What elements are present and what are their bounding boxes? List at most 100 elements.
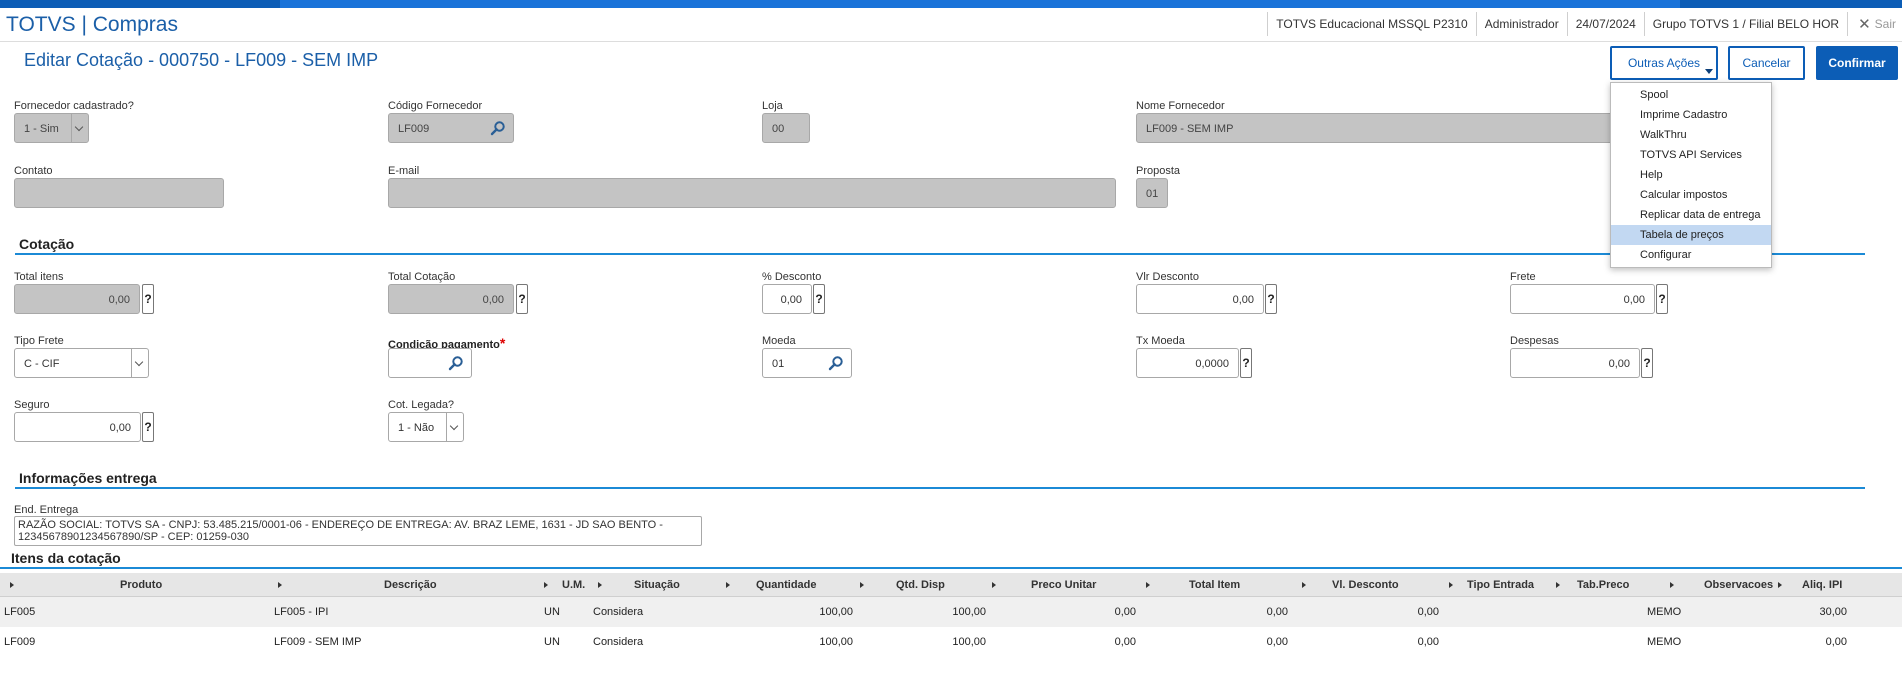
codigo-fornecedor-field[interactable]: LF009 xyxy=(388,113,514,143)
codigo-fornecedor-value: LF009 xyxy=(398,123,430,135)
cot-legada-value: 1 - Não xyxy=(398,422,435,434)
cell-preco-unitar: 0,00 xyxy=(1114,606,1136,618)
proposta-value: 01 xyxy=(1146,188,1159,200)
proposta-label: Proposta xyxy=(1136,165,1181,177)
total-itens-field[interactable]: 0,00 xyxy=(14,284,140,314)
total-cotacao-field[interactable]: 0,00 xyxy=(388,284,514,314)
fornecedor-cadastrado-select[interactable]: 1 - Sim xyxy=(14,113,89,143)
menu-item-spool[interactable]: Spool xyxy=(1611,85,1771,105)
col-header-situacao[interactable]: Situação xyxy=(634,573,680,597)
vlr-desconto-label: Vlr Desconto xyxy=(1136,271,1199,283)
col-header-qtd-disp[interactable]: Qtd. Disp xyxy=(896,573,945,597)
cell-total-item: 0,00 xyxy=(1266,606,1288,618)
search-icon[interactable] xyxy=(490,120,506,136)
app-info-bar: TOTVS Educacional MSSQL P2310 Administra… xyxy=(1267,12,1902,36)
loja-field[interactable]: 00 xyxy=(762,113,810,143)
tx-moeda-input[interactable]: 0,0000 xyxy=(1136,348,1239,378)
despesas-help-button[interactable]: ? xyxy=(1641,348,1653,378)
seguro-label: Seguro xyxy=(14,399,50,411)
cancel-button[interactable]: Cancelar xyxy=(1728,46,1805,80)
vlr-desconto-help-button[interactable]: ? xyxy=(1265,284,1277,314)
tx-moeda-help-button[interactable]: ? xyxy=(1240,348,1252,378)
col-sep xyxy=(594,573,604,597)
despesas-input[interactable]: 0,00 xyxy=(1510,348,1640,378)
condicao-pagamento-input[interactable] xyxy=(388,348,472,378)
cell-observacoes: MEMO xyxy=(1647,636,1682,648)
col-header-total-item[interactable]: Total Item xyxy=(1189,573,1240,597)
sort-arrow-icon xyxy=(1449,582,1453,588)
menu-item-tabela-precos[interactable]: Tabela de preços xyxy=(1611,225,1771,245)
cell-situacao: Considera xyxy=(593,606,644,618)
entrega-section-divider xyxy=(15,487,1865,489)
menu-item-imprime-cadastro[interactable]: Imprime Cadastro xyxy=(1611,105,1771,125)
sort-arrow-icon xyxy=(726,582,730,588)
contato-field[interactable] xyxy=(14,178,224,208)
app-header: TOTVS | Compras TOTVS Educacional MSSQL … xyxy=(0,8,1902,42)
confirm-button[interactable]: Confirmar xyxy=(1816,46,1898,80)
more-actions-button[interactable]: Outras Ações xyxy=(1610,46,1718,80)
more-actions-menu: Spool Imprime Cadastro WalkThru TOTVS AP… xyxy=(1610,82,1772,268)
cell-total-item: 0,00 xyxy=(1266,636,1288,648)
cell-um: UN xyxy=(544,636,560,648)
cell-vl-desconto: 0,00 xyxy=(1417,636,1439,648)
menu-item-help[interactable]: Help xyxy=(1611,165,1771,185)
branch-label: Grupo TOTVS 1 / Filial BELO HOR xyxy=(1643,12,1847,36)
menu-item-configurar[interactable]: Configurar xyxy=(1611,245,1771,265)
search-icon[interactable] xyxy=(828,355,844,371)
seguro-help-button[interactable]: ? xyxy=(142,412,154,442)
col-sep xyxy=(1142,573,1152,597)
col-sep xyxy=(1666,573,1676,597)
seguro-input[interactable]: 0,00 xyxy=(14,412,141,442)
cell-aliq-ipi: 30,00 xyxy=(1819,606,1847,618)
col-header-descricao[interactable]: Descrição xyxy=(384,573,437,597)
table-row[interactable]: LF009 LF009 - SEM IMP UN Considera 100,0… xyxy=(0,627,1902,657)
moeda-input[interactable]: 01 xyxy=(762,348,852,378)
col-header-preco-unitar[interactable]: Preco Unitar xyxy=(1031,573,1096,597)
menu-item-api-services[interactable]: TOTVS API Services xyxy=(1611,145,1771,165)
col-header-quantidade[interactable]: Quantidade xyxy=(756,573,817,597)
entrega-section-title: Informações entrega xyxy=(19,470,157,486)
col-header-tipo-entrada[interactable]: Tipo Entrada xyxy=(1467,573,1534,597)
frete-help-button[interactable]: ? xyxy=(1656,284,1668,314)
total-itens-help-button[interactable]: ? xyxy=(142,284,154,314)
more-actions-label: Outras Ações xyxy=(1627,56,1701,70)
nome-fornecedor-field[interactable]: LF009 - SEM IMP xyxy=(1136,113,1616,143)
table-row[interactable]: LF005 LF005 - IPI UN Considera 100,00 10… xyxy=(0,597,1902,627)
caret-down-icon xyxy=(1705,69,1713,74)
tx-moeda-label: Tx Moeda xyxy=(1136,335,1185,347)
col-header-produto[interactable]: Produto xyxy=(120,573,162,597)
col-header-vl-desconto[interactable]: Vl. Desconto xyxy=(1332,573,1399,597)
menu-item-replicar-data[interactable]: Replicar data de entrega xyxy=(1611,205,1771,225)
desconto-value: 0,00 xyxy=(780,294,802,306)
menu-item-walkthru[interactable]: WalkThru xyxy=(1611,125,1771,145)
items-grid: Produto Descrição U.M. Situação Quantida… xyxy=(0,573,1902,657)
exit-button[interactable]: ✕ Sair xyxy=(1847,12,1902,36)
cot-legada-label: Cot. Legada? xyxy=(388,399,455,411)
email-field[interactable] xyxy=(388,178,1116,208)
tipo-frete-label: Tipo Frete xyxy=(14,335,64,347)
col-header-observacoes[interactable]: Observacoes xyxy=(1704,573,1773,597)
search-icon[interactable] xyxy=(448,355,464,371)
menu-item-calcular-impostos[interactable]: Calcular impostos xyxy=(1611,185,1771,205)
tipo-frete-select[interactable]: C - CIF xyxy=(14,348,149,378)
col-header-tab-preco[interactable]: Tab.Preco xyxy=(1577,573,1629,597)
col-header-aliq-ipi[interactable]: Aliq. IPI xyxy=(1802,573,1842,597)
proposta-field[interactable]: 01 xyxy=(1136,178,1168,208)
sort-arrow-icon xyxy=(598,582,602,588)
cot-legada-select[interactable]: 1 - Não xyxy=(388,412,464,442)
required-marker: * xyxy=(499,335,506,351)
itens-section-divider xyxy=(0,567,1902,569)
end-entrega-label: End. Entrega xyxy=(14,504,79,516)
cell-um: UN xyxy=(544,606,560,618)
desconto-input[interactable]: 0,00 xyxy=(762,284,812,314)
end-entrega-textarea[interactable]: RAZÃO SOCIAL: TOTVS SA - CNPJ: 53.485.21… xyxy=(14,516,702,546)
col-header-um[interactable]: U.M. xyxy=(562,573,585,597)
vlr-desconto-input[interactable]: 0,00 xyxy=(1136,284,1264,314)
cell-observacoes: MEMO xyxy=(1647,606,1682,618)
seguro-value: 0,00 xyxy=(109,422,131,434)
frete-input[interactable]: 0,00 xyxy=(1510,284,1655,314)
desconto-help-button[interactable]: ? xyxy=(813,284,825,314)
total-cotacao-help-button[interactable]: ? xyxy=(516,284,528,314)
col-sep xyxy=(1445,573,1455,597)
cell-aliq-ipi: 0,00 xyxy=(1825,636,1847,648)
